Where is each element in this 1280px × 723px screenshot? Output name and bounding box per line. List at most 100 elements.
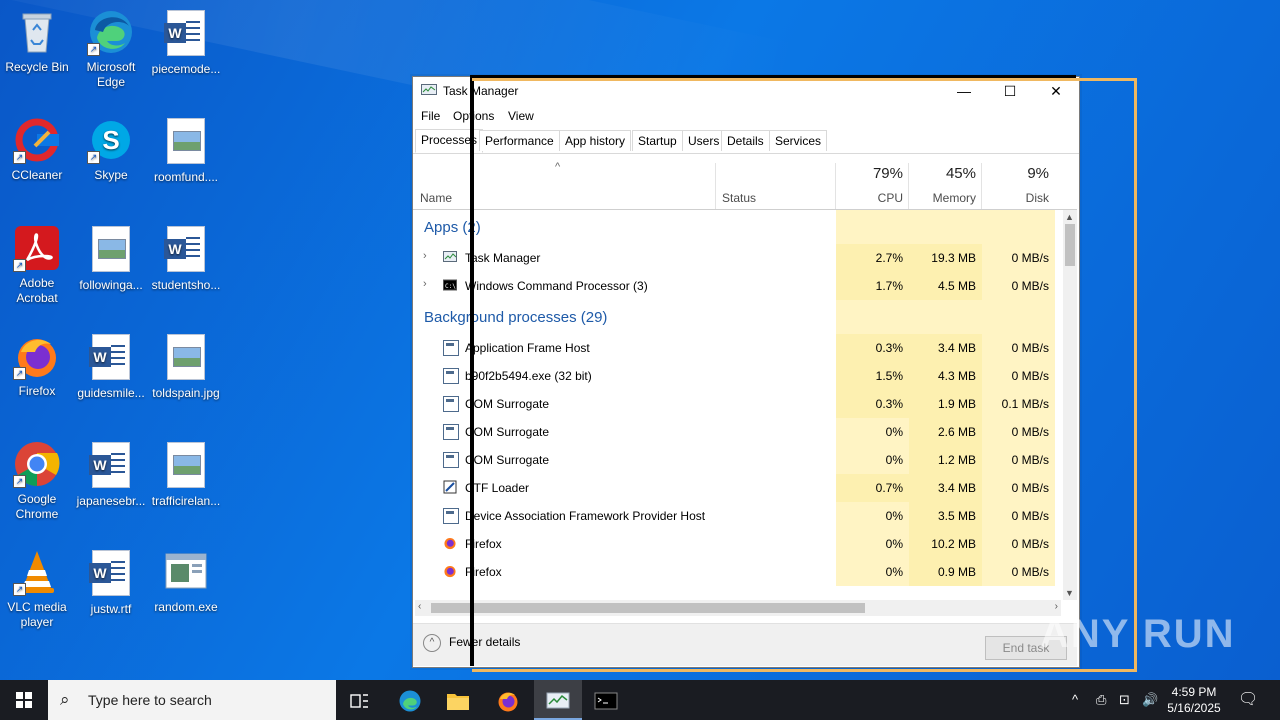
expand-chevron-icon[interactable]: › (423, 278, 427, 290)
cpu-value: 0% (836, 530, 909, 558)
overlay-black-line (470, 75, 1076, 78)
close-button[interactable]: ✕ (1033, 77, 1079, 105)
taskbar-command-prompt[interactable] (582, 680, 630, 720)
scroll-thumb[interactable] (431, 603, 865, 613)
desktop-icon-adobe-acrobat[interactable]: ↗ Adobe Acrobat (0, 224, 74, 306)
maximize-button[interactable]: ☐ (987, 77, 1033, 105)
ccleaner-icon: ↗ (13, 116, 61, 164)
cpu-value: 1.5% (836, 362, 909, 390)
table-row[interactable]: COM Surrogate 0% 1.2 MB 0 MB/s (413, 446, 1061, 474)
tab-users[interactable]: Users (682, 130, 726, 151)
menu-view[interactable]: View (508, 109, 534, 123)
desktop-icon-trafficirelan[interactable]: trafficirelan... (149, 440, 223, 509)
menu-file[interactable]: File (421, 109, 440, 123)
desktop-icon-followinga[interactable]: followinga... (74, 224, 148, 293)
table-row[interactable]: Device Association Framework Provider Ho… (413, 502, 1061, 530)
column-name[interactable]: Name (420, 191, 452, 205)
scroll-down-arrow-icon[interactable]: ▼ (1065, 588, 1074, 598)
skype-icon: S ↗ (87, 116, 135, 164)
desktop-icon-microsoft-edge[interactable]: ↗ Microsoft Edge (74, 8, 148, 90)
fewer-details-label: Fewer details (449, 635, 521, 650)
start-button[interactable] (0, 680, 48, 720)
desktop-icon-roomfund[interactable]: roomfund.... (149, 116, 223, 185)
column-status[interactable]: Status (722, 191, 756, 205)
svg-text:C:\: C:\ (445, 283, 456, 290)
desktop-icon-japanesebr[interactable]: W japanesebr... (74, 440, 148, 509)
vertical-scrollbar[interactable]: ▲ ▼ (1063, 210, 1077, 600)
background-process-rows: Application Frame Host 0.3% 3.4 MB 0 MB/s b9… (413, 334, 1061, 586)
show-hidden-icons-chevron-icon[interactable]: ^ (1072, 680, 1078, 720)
process-list: Apps (2) › Task Manager 2.7% 19.3 MB 0 M… (413, 210, 1061, 600)
taskbar: ⌕ Type here to search ^ ⎙ ⊡ 🔊 4:59 PM 5/… (0, 680, 1280, 720)
column-memory[interactable]: Memory (933, 191, 976, 205)
memory-value: 3.4 MB (909, 474, 982, 502)
group-header-background: Background processes (29) (413, 300, 1061, 334)
desktop-icon-skype[interactable]: S ↗ Skype (74, 116, 148, 183)
clock[interactable]: 4:59 PM 5/16/2025 (1164, 684, 1224, 716)
cpu-value: 0.7% (836, 474, 909, 502)
tab-details[interactable]: Details (721, 130, 770, 151)
horizontal-scrollbar[interactable]: ‹ › (415, 600, 1061, 616)
table-row[interactable]: › Task Manager 2.7% 19.3 MB 0 MB/s (413, 244, 1061, 272)
cpu-value: 0% (836, 446, 909, 474)
taskbar-edge[interactable] (386, 680, 434, 720)
task-view-button[interactable] (336, 680, 384, 720)
desktop-icon-label: Microsoft Edge (86, 60, 136, 89)
desktop-icon-google-chrome[interactable]: ↗ Google Chrome (0, 440, 74, 522)
desktop-icon-recycle-bin[interactable]: Recycle Bin (0, 8, 74, 75)
column-disk[interactable]: Disk (1026, 191, 1049, 205)
disk-value: 0 MB/s (982, 362, 1055, 390)
desktop-icon-justw[interactable]: W justw.rtf (74, 548, 148, 617)
tab-services[interactable]: Services (769, 130, 828, 151)
volume-icon[interactable]: 🔊 (1142, 680, 1158, 720)
table-row[interactable]: Firefox 0% 10.2 MB 0 MB/s (413, 530, 1061, 558)
tab-startup[interactable]: Startup (632, 130, 683, 151)
table-row[interactable]: COM Surrogate 0.3% 1.9 MB 0.1 MB/s (413, 390, 1061, 418)
taskbar-task-manager[interactable] (534, 680, 582, 720)
minimize-button[interactable]: — (941, 77, 987, 105)
table-row[interactable]: › C:\ Windows Command Processor (3) 1.7%… (413, 272, 1061, 300)
desktop-icon-label: japanesebr... (76, 494, 146, 508)
scroll-right-arrow-icon[interactable]: › (1055, 601, 1058, 612)
desktop-icon-random-exe[interactable]: random.exe (149, 548, 223, 615)
desktop-icon-piecemode[interactable]: W piecemode... (149, 8, 223, 77)
task-manager-icon (546, 692, 570, 709)
table-row[interactable]: Application Frame Host 0.3% 3.4 MB 0 MB/s (413, 334, 1061, 362)
folder-icon (447, 693, 469, 710)
table-row[interactable]: COM Surrogate 0% 2.6 MB 0 MB/s (413, 418, 1061, 446)
table-row[interactable]: CTF Loader 0.7% 3.4 MB 0 MB/s (413, 474, 1061, 502)
network-icon[interactable]: ⊡ (1119, 680, 1130, 720)
device-icon[interactable]: ⎙ (1096, 680, 1106, 720)
tab-app-history[interactable]: App history (559, 130, 632, 151)
desktop-icon-firefox[interactable]: ↗ Firefox (0, 332, 74, 399)
scroll-thumb[interactable] (1065, 224, 1075, 266)
process-name: Task Manager (465, 251, 541, 265)
clock-date: 5/16/2025 (1167, 701, 1221, 715)
desktop-icon-ccleaner[interactable]: ↗ CCleaner (0, 116, 74, 183)
memory-value: 10.2 MB (909, 530, 982, 558)
tab-performance[interactable]: Performance (479, 130, 560, 151)
scroll-up-arrow-icon[interactable]: ▲ (1065, 212, 1074, 222)
expand-chevron-icon[interactable]: › (423, 250, 427, 262)
edge-icon: ↗ (87, 8, 135, 56)
taskbar-firefox[interactable] (484, 680, 532, 720)
taskbar-file-explorer[interactable] (434, 680, 482, 720)
desktop-icon-guidesmile[interactable]: W guidesmile... (74, 332, 148, 401)
desktop-icon-label: Firefox (18, 384, 56, 398)
column-cpu[interactable]: CPU (878, 191, 903, 205)
table-row[interactable]: Firefox 0% 0.9 MB 0 MB/s (413, 558, 1061, 586)
notifications-icon[interactable]: 🗨 (1238, 680, 1258, 720)
desktop-icon-toldspain[interactable]: toldspain.jpg (149, 332, 223, 401)
table-row[interactable]: b90f2b5494.exe (32 bit) 1.5% 4.3 MB 0 MB/s (413, 362, 1061, 390)
cpu-value: 0% (836, 558, 909, 586)
desktop-icon-label: justw.rtf (90, 602, 132, 616)
task-manager-window: Task Manager — ☐ ✕ File Options View Pro… (412, 76, 1080, 668)
word-document-icon: W (87, 334, 135, 382)
firefox-icon (443, 536, 457, 550)
search-box[interactable]: ⌕ Type here to search (48, 680, 336, 720)
title-bar[interactable]: Task Manager — ☐ ✕ (413, 77, 1079, 105)
desktop-icon-vlc[interactable]: ↗ VLC media player (0, 548, 74, 630)
cpu-value: 1.7% (836, 272, 909, 300)
scroll-left-arrow-icon[interactable]: ‹ (418, 601, 421, 612)
desktop-icon-studentsho[interactable]: W studentsho... (149, 224, 223, 293)
